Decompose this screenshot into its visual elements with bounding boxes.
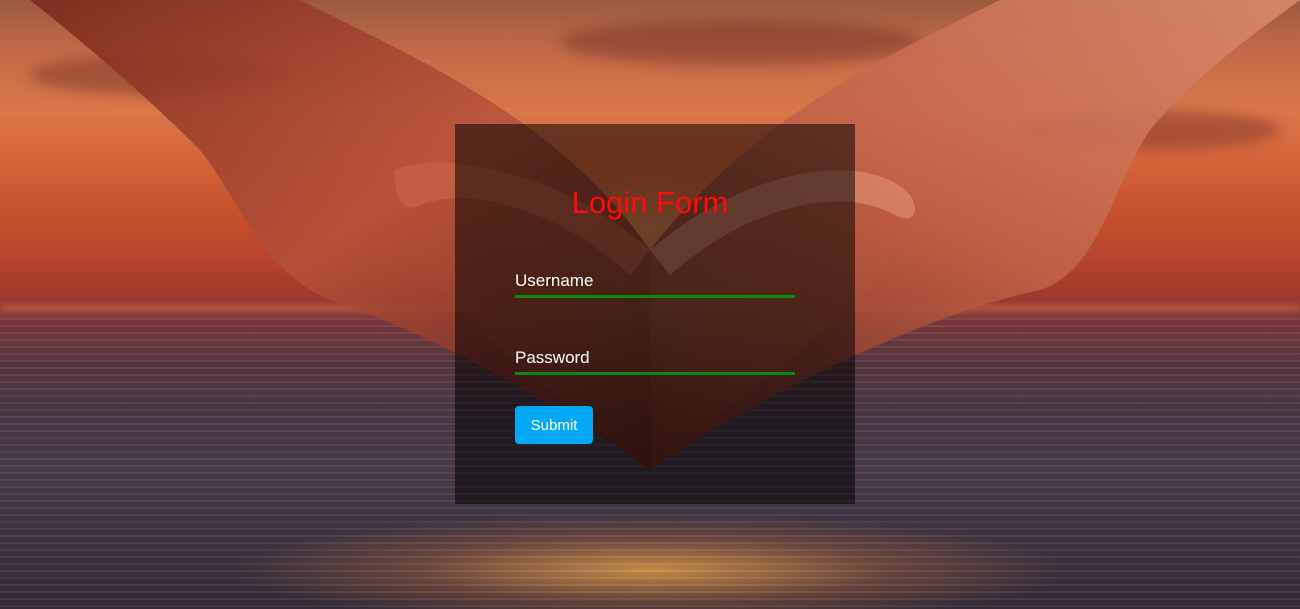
login-panel xyxy=(455,124,855,504)
login-page: Login Form Submit xyxy=(0,0,1300,609)
password-input[interactable] xyxy=(515,343,795,375)
submit-button[interactable]: Submit xyxy=(515,406,593,444)
login-title: Login Form xyxy=(571,185,729,220)
username-field xyxy=(515,266,795,298)
username-input[interactable] xyxy=(515,266,795,298)
password-field xyxy=(515,343,795,375)
